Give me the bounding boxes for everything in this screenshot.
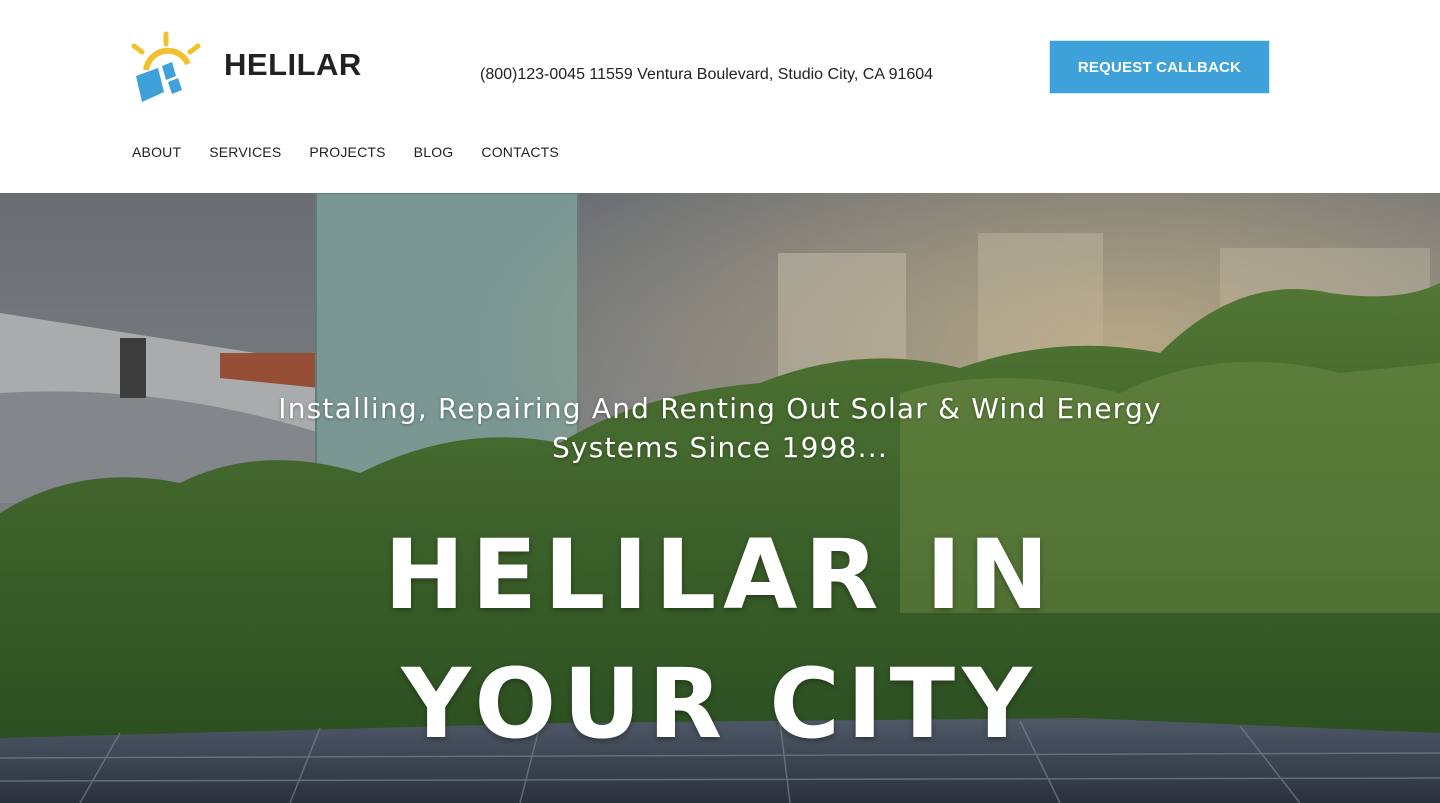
logo-text: HELILAR: [224, 47, 362, 82]
nav-item-services[interactable]: SERVICES: [209, 144, 281, 160]
main-nav: ABOUT SERVICES PROJECTS BLOG CONTACTS: [132, 144, 559, 160]
hero-title: HELILAR IN YOUR CITY: [384, 519, 1056, 760]
hero-subtitle: Installing, Repairing And Renting Out So…: [278, 392, 1162, 464]
nav-item-contacts[interactable]: CONTACTS: [481, 144, 559, 160]
site-header: HELILAR (800)123-0045 11559 Ventura Boul…: [0, 0, 1440, 193]
nav-item-blog[interactable]: BLOG: [414, 144, 454, 160]
nav-item-about[interactable]: ABOUT: [132, 144, 181, 160]
logo[interactable]: HELILAR: [128, 30, 368, 106]
sun-solar-panel-icon: [128, 30, 208, 106]
nav-item-projects[interactable]: PROJECTS: [309, 144, 385, 160]
contact-info: (800)123-0045 11559 Ventura Boulevard, S…: [480, 66, 934, 83]
request-callback-button[interactable]: REQUEST CALLBACK: [1049, 40, 1270, 94]
hero-section: Installing, Repairing And Renting Out So…: [0, 193, 1440, 803]
